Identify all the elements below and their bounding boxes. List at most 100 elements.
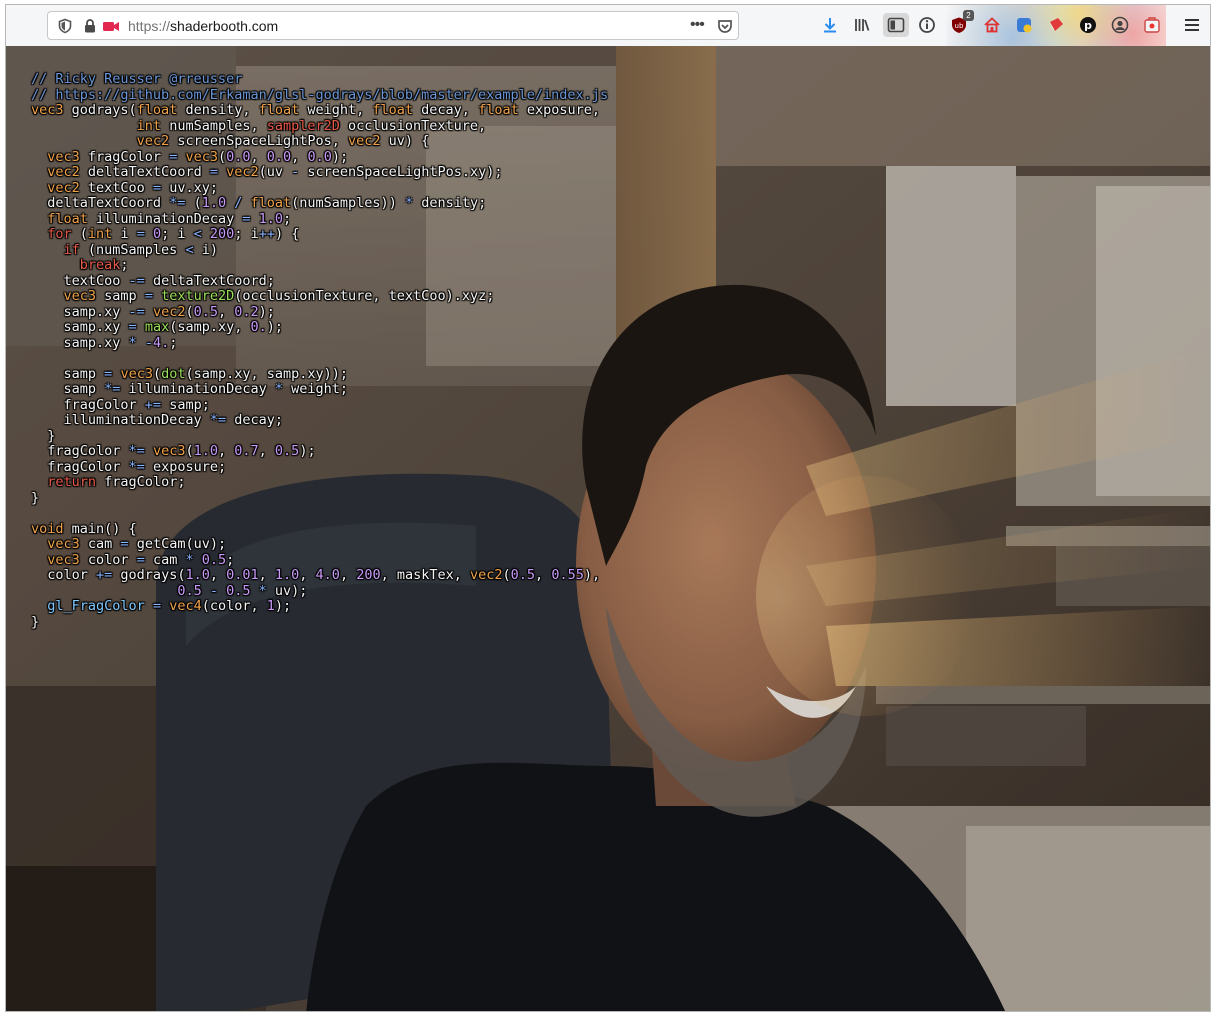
code-token: vec3 (63, 288, 97, 304)
code-token: < (185, 241, 194, 258)
svg-text:p: p (1084, 19, 1092, 32)
sidebar-icon[interactable] (883, 13, 909, 37)
code-token: < (193, 226, 202, 242)
code-line: // https://github.com/Erkaman/glsl-godra… (31, 87, 751, 104)
code-line: } (31, 428, 751, 445)
shield-icon[interactable] (57, 18, 73, 34)
code-token: decay; (226, 412, 283, 428)
account-icon[interactable] (1109, 14, 1131, 36)
code-token: vec4 (169, 598, 202, 614)
code-token: for (47, 226, 72, 242)
ublock-count-badge: 2 (963, 10, 974, 21)
camera-icon[interactable] (102, 18, 119, 34)
code-token: color (31, 567, 97, 583)
code-token: ); (299, 443, 316, 459)
code-token: fragColor (79, 148, 170, 165)
code-token: textCoo (31, 272, 129, 289)
code-line: if (numSamples < i) (31, 241, 751, 259)
lock-icon[interactable] (82, 18, 98, 34)
code-token: occlusionTexture, (339, 117, 487, 134)
code-token: *= (128, 443, 145, 459)
shader-canvas[interactable]: // Ricky Reusser @rreusser// https://git… (6, 46, 1210, 1011)
shader-code-editor[interactable]: // Ricky Reusser @rreusser// https://git… (31, 71, 751, 630)
code-token: float (478, 102, 519, 118)
code-line: vec2 screenSpaceLightPos, vec2 uv) { (31, 133, 751, 150)
code-token: density, (177, 102, 259, 118)
code-token: 1.0 (193, 443, 218, 459)
code-token: 200 (209, 226, 235, 242)
code-token: max (144, 319, 170, 335)
download-icon[interactable] (819, 14, 841, 36)
menu-icon[interactable] (1181, 14, 1203, 36)
home-icon[interactable] (981, 14, 1003, 36)
code-token: vec3 (120, 365, 153, 382)
pocket-icon[interactable] (717, 18, 733, 34)
code-token: 0.2 (234, 303, 259, 320)
code-token: , (291, 148, 308, 165)
ublock-icon[interactable]: ub 2 (948, 10, 974, 36)
code-token: samp.xy (31, 334, 129, 351)
code-token: 4.0 (315, 567, 340, 583)
code-token: if (63, 241, 80, 258)
code-token: *= (128, 458, 145, 475)
code-token: godrays( (63, 102, 137, 118)
p-icon[interactable]: p (1077, 14, 1099, 36)
info-icon[interactable] (916, 14, 938, 36)
code-token: ( (71, 226, 88, 242)
code-token: , (209, 567, 227, 583)
code-token: exposure, (518, 102, 600, 118)
code-token: screenSpaceLightPos, (169, 133, 348, 149)
code-token: = (152, 179, 162, 196)
code-line: samp *= illuminationDecay * weight; (31, 381, 751, 398)
code-token: vec3 (47, 148, 80, 165)
code-token: cam (144, 551, 186, 568)
library-icon[interactable] (851, 14, 873, 36)
url-bar[interactable]: https://shaderbooth.com ••• (47, 11, 739, 40)
code-token: 0.5 (201, 551, 227, 568)
code-token: main() { (63, 520, 137, 537)
extension-icon[interactable] (1013, 14, 1035, 36)
code-token: 1.0 (258, 210, 284, 227)
code-line: int numSamples, sampler2D occlusionTextu… (31, 117, 751, 135)
code-token: * (128, 334, 137, 351)
code-token: (numSamples)) (291, 195, 405, 211)
code-token: ; i (234, 226, 259, 242)
container-icon[interactable] (1045, 14, 1067, 36)
code-token: vec3 (47, 536, 80, 552)
code-line: fragColor *= exposure; (31, 458, 751, 476)
code-token: * (258, 582, 267, 599)
code-token: texture2D (161, 288, 235, 304)
code-line: // Ricky Reusser @rreusser (31, 71, 751, 88)
code-token: weight; (283, 381, 349, 397)
extension-badge-icon[interactable] (1141, 14, 1163, 36)
code-line: vec2 deltaTextCoord = vec2(uv - screenSp… (31, 164, 751, 181)
code-token: 0.7 (234, 443, 259, 459)
code-line: gl_FragColor = vec4(color, 1); (31, 598, 751, 615)
code-token: samp.xy (31, 319, 129, 335)
code-token: 0.0 (307, 148, 332, 165)
code-token: 0.55 (551, 567, 584, 583)
code-token: = (136, 226, 145, 242)
url-text[interactable]: https://shaderbooth.com (128, 18, 278, 34)
code-line: samp.xy = max(samp.xy, 0.); (31, 319, 751, 336)
code-token: ( (185, 195, 202, 211)
code-token: illuminationDecay (31, 412, 210, 428)
code-token: vec3 (47, 551, 80, 568)
code-line: samp = vec3(dot(samp.xy, samp.xy)); (31, 365, 751, 383)
page-actions-button[interactable]: ••• (690, 16, 705, 34)
code-token: , maskTex, (380, 567, 470, 583)
browser-toolbar: https://shaderbooth.com ••• ub 2 p (6, 5, 1210, 47)
